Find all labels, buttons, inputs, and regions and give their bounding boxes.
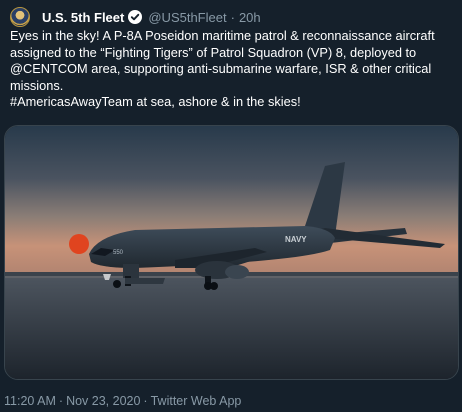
tweet-meta: 11:20 AM · Nov 23, 2020 · Twitter Web App [4,394,241,408]
tweet-text: Eyes in the sky! A P-8A Poseidon maritim… [10,28,455,111]
hashtag-link[interactable]: #AmericasAwayTeam [10,94,133,109]
avatar[interactable] [10,7,30,27]
verified-badge-icon [128,10,143,24]
tail-number-marking: 550 [113,250,124,256]
navy-marking: NAVY [285,235,307,244]
tweet-text-part: Eyes in the sky! A P-8A Poseidon maritim… [10,28,435,60]
aircraft-photo: 550 NAVY [5,126,458,379]
mention-link[interactable]: @CENTCOM [10,61,88,76]
setting-sun [69,234,89,254]
tweet-time[interactable]: 11:20 AM [4,394,56,408]
display-name[interactable]: U.S. 5th Fleet [42,10,124,25]
meta-separator: · [143,394,148,408]
tweet-date[interactable]: Nov 23, 2020 [66,394,140,408]
tweet: U.S. 5th Fleet @US5thFleet · 20h Eyes in… [0,0,462,412]
handle[interactable]: @US5thFleet [148,10,226,25]
meta-separator: · [58,394,64,408]
header-separator: · [230,9,235,25]
tweet-text-part: at sea, ashore & in the skies! [132,94,301,109]
tweet-header: U.S. 5th Fleet @US5thFleet · 20h [10,6,261,28]
tweet-age[interactable]: 20h [239,10,261,25]
tweet-photo[interactable]: 550 NAVY [4,125,459,380]
tweet-source[interactable]: Twitter Web App [151,394,242,408]
